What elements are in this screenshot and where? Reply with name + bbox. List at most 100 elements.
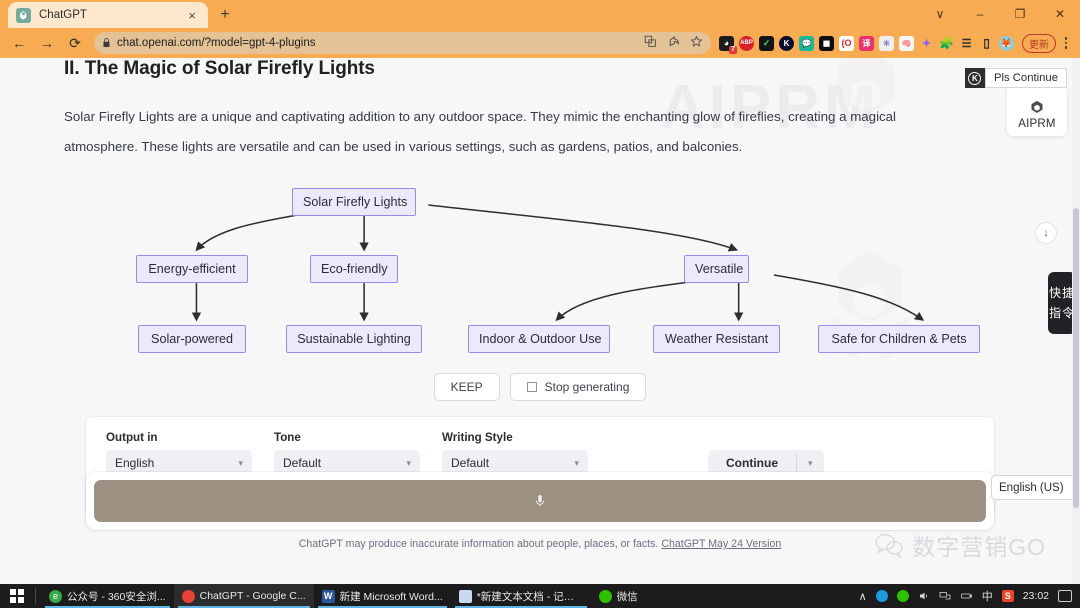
kami-extension-icon[interactable]: K	[779, 35, 794, 51]
chat-extension-icon[interactable]: 💬	[799, 35, 814, 51]
bookmark-star-icon[interactable]	[690, 35, 703, 51]
openai-icon	[16, 7, 31, 23]
continue-dropdown-icon[interactable]: ▾	[797, 458, 824, 469]
flow-node-energy[interactable]: Energy-efficient	[136, 255, 248, 283]
sidepanel-extension-icon[interactable]: ▯	[979, 35, 994, 51]
article-paragraph: Solar Firefly Lights are a unique and ca…	[64, 109, 897, 154]
tone-label: Tone	[274, 431, 301, 444]
language-select[interactable]: English (US) ▾	[991, 475, 1080, 500]
scrollbar-thumb[interactable]	[1073, 208, 1079, 508]
browser-menu-icon[interactable]	[1058, 37, 1074, 49]
notification-icon[interactable]	[1058, 590, 1072, 602]
playlist-extension-icon[interactable]: ☰	[959, 35, 974, 51]
tray-wechat-icon[interactable]	[896, 590, 909, 602]
update-button[interactable]: 更新	[1022, 33, 1056, 53]
taskbar-item-label: 微信	[616, 590, 638, 603]
puzzle-extension-icon[interactable]: 🧩	[939, 35, 954, 51]
browser-tab-title: ChatGPT	[39, 9, 87, 21]
disclaimer-text: ChatGPT may produce inaccurate informati…	[298, 538, 659, 550]
chrome-icon	[181, 589, 195, 603]
forward-button[interactable]: →	[34, 31, 60, 55]
taskbar-item-label: *新建文本文档 - 记事本	[476, 590, 583, 603]
aiprm-logo-icon	[1031, 100, 1043, 113]
new-tab-button[interactable]: +	[212, 4, 238, 26]
action-button-row: KEEP Stop generating	[0, 373, 1080, 401]
flow-node-root[interactable]: Solar Firefly Lights	[292, 188, 416, 216]
tray-battery-icon[interactable]	[960, 590, 973, 602]
openai-extension-icon[interactable]: ❊	[879, 35, 894, 51]
taskbar-item-wechat[interactable]: 微信	[591, 584, 646, 608]
flow-node-solar[interactable]: Solar-powered	[138, 325, 246, 353]
microphone-icon	[535, 495, 545, 507]
back-button[interactable]: ←	[6, 31, 32, 55]
page-scrollbar[interactable]	[1072, 58, 1080, 584]
stop-square-icon	[526, 382, 537, 392]
sparkle-extension-icon[interactable]: ✦	[919, 35, 934, 51]
wechat-icon	[598, 589, 612, 603]
tabs-extension-badge: 7	[729, 45, 737, 54]
translate-icon[interactable]	[644, 35, 657, 51]
continue-button[interactable]: Continue	[708, 456, 796, 470]
tabs-extension-icon[interactable]: ◕ 7	[719, 35, 737, 54]
keep-button[interactable]: KEEP	[433, 373, 500, 401]
pls-continue-label: Pls Continue	[984, 68, 1067, 88]
tab-search-icon[interactable]: ∨	[920, 0, 960, 28]
tray-expand-icon[interactable]: ∧	[859, 590, 867, 603]
tray-sogou-icon[interactable]: S	[1001, 590, 1014, 602]
maximize-button[interactable]: ❐	[1000, 0, 1040, 28]
flow-node-safe[interactable]: Safe for Children & Pets	[818, 325, 980, 353]
tray-360-icon[interactable]	[875, 590, 888, 602]
voice-tools: English (US) ▾ >|	[991, 475, 1080, 500]
flow-node-weather[interactable]: Weather Resistant	[653, 325, 780, 353]
tray-network-icon[interactable]	[939, 590, 951, 602]
close-window-button[interactable]: ✕	[1040, 0, 1080, 28]
scroll-to-bottom-button[interactable]: ↓	[1035, 222, 1057, 244]
browser-tab-chatgpt[interactable]: ChatGPT ×	[8, 2, 208, 28]
tone-field: Tone Default ▾	[274, 431, 420, 476]
profile-avatar[interactable]: 🦊	[999, 35, 1014, 51]
aiprm-card-label: AIPRM	[1018, 118, 1056, 130]
tray-volume-icon[interactable]	[918, 590, 930, 602]
stop-generating-button[interactable]: Stop generating	[509, 373, 647, 401]
minimize-button[interactable]: –	[960, 0, 1000, 28]
taskbar-item-word[interactable]: W 新建 Microsoft Word...	[314, 584, 451, 608]
share-icon[interactable]	[667, 35, 680, 51]
chevron-down-icon: ▾	[238, 457, 243, 468]
writing-style-value: Default	[451, 456, 490, 470]
voice-record-bar[interactable]	[94, 480, 986, 522]
writing-style-label: Writing Style	[442, 431, 513, 444]
flow-node-eco[interactable]: Eco-friendly	[310, 255, 398, 283]
language-value: English (US)	[999, 481, 1064, 494]
flow-node-sustain[interactable]: Sustainable Lighting	[286, 325, 422, 353]
taskbar-item-chrome[interactable]: ChatGPT - Google C...	[173, 584, 314, 608]
close-tab-icon[interactable]: ×	[184, 7, 200, 23]
taskbar-clock[interactable]: 23:02	[1023, 590, 1049, 602]
adblock-plus-extension-icon[interactable]: ABP	[739, 35, 754, 51]
extension-icons: ◕ 7 ABP ✓ K 💬 ◼ (O 译 ❊ 🧠 ✦ 🧩 ☰ ▯ 🦊	[719, 35, 1018, 54]
browser-titlebar: ChatGPT × + ∨ – ❐ ✕	[0, 0, 1080, 28]
windows-taskbar: e 公众号 - 360安全浏... ChatGPT - Google C... …	[0, 584, 1080, 608]
360-browser-icon: e	[49, 589, 62, 603]
reload-button[interactable]: ⟳	[62, 31, 88, 55]
flow-node-indoor[interactable]: Indoor & Outdoor Use	[468, 325, 610, 353]
brain-extension-icon[interactable]: 🧠	[899, 35, 914, 51]
green-extension-icon[interactable]: ✓	[759, 35, 774, 51]
translate-cn-extension-icon[interactable]: 译	[859, 35, 874, 51]
divider	[35, 588, 36, 604]
notepad-icon	[458, 589, 472, 603]
taskbar-item-label: 新建 Microsoft Word...	[339, 590, 443, 603]
stop-generating-label: Stop generating	[544, 380, 630, 394]
windows-start-icon[interactable]	[0, 584, 34, 608]
opera-extension-icon[interactable]: (O	[839, 35, 854, 51]
aiprm-floating-card[interactable]: AIPRM	[1007, 86, 1067, 136]
version-link[interactable]: ChatGPT May 24 Version	[661, 538, 781, 550]
dark-extension-icon[interactable]: ◼	[819, 35, 834, 51]
address-bar[interactable]: chat.openai.com/?model=gpt-4-plugins	[94, 32, 711, 54]
flow-node-versatile[interactable]: Versatile	[684, 255, 749, 283]
window-controls: ∨ – ❐ ✕	[920, 0, 1080, 28]
kami-badge-icon: K	[964, 68, 985, 88]
pls-continue-chip[interactable]: K Pls Continue	[964, 68, 1067, 88]
taskbar-item-notepad[interactable]: *新建文本文档 - 记事本	[451, 584, 591, 608]
taskbar-item-360browser[interactable]: e 公众号 - 360安全浏...	[41, 584, 174, 608]
tray-ime-icon[interactable]: 中	[982, 588, 993, 604]
